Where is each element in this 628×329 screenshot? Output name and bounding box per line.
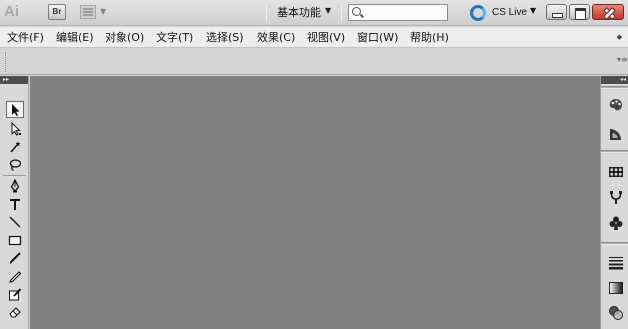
transparency-panel-icon[interactable] (607, 304, 625, 322)
blob-brush-tool-icon[interactable] (6, 285, 24, 302)
search-input[interactable] (365, 6, 445, 19)
panel-menu-icon[interactable]: ▾≡ (617, 55, 628, 64)
panel-dock: ◂◂ (600, 76, 628, 329)
menu-overflow-icon[interactable]: ◆ (617, 33, 622, 41)
caret-down-icon[interactable]: ▼ (100, 7, 106, 16)
expand-dock-icon[interactable]: ◂◂ (601, 76, 628, 84)
menu-effect[interactable]: 效果(C) (257, 30, 295, 45)
canvas-area[interactable] (30, 76, 600, 329)
divider (601, 150, 628, 153)
color-panel-icon[interactable] (607, 96, 625, 114)
divider (601, 86, 628, 89)
color-guide-panel-icon[interactable] (607, 125, 625, 143)
close-icon[interactable] (592, 4, 624, 20)
menu-file[interactable]: 文件(F) (7, 30, 44, 45)
restore-icon[interactable] (569, 4, 590, 20)
selection-tool-icon[interactable] (6, 101, 24, 118)
cslive-menu[interactable]: CS Live (492, 5, 527, 21)
menu-view[interactable]: 视图(V) (307, 30, 345, 45)
help-search-field[interactable] (348, 4, 448, 21)
control-panel: ▾≡ (0, 49, 628, 75)
divider (601, 242, 628, 245)
workspace-switcher[interactable]: 基本功能 (277, 5, 321, 21)
arrange-documents-icon[interactable] (80, 5, 96, 19)
application-bar: Ai Br ▼ 基本功能 ▼ CS Live ▼ (0, 0, 628, 26)
brushes-panel-icon[interactable] (607, 188, 625, 206)
menu-object[interactable]: 对象(O) (105, 30, 144, 45)
minimize-icon[interactable] (546, 4, 567, 20)
stroke-panel-icon[interactable] (607, 253, 625, 271)
drag-grip-icon[interactable] (5, 52, 7, 72)
tools-panel: ▸▸ (0, 76, 29, 329)
pen-tool-icon[interactable] (6, 177, 24, 194)
cslive-icon[interactable] (470, 5, 486, 21)
swatches-panel-icon[interactable] (607, 163, 625, 181)
gradient-panel-icon[interactable] (607, 279, 625, 297)
caret-down-icon[interactable]: ▼ (530, 6, 536, 15)
symbols-panel-icon[interactable] (607, 214, 625, 232)
type-tool-icon[interactable] (6, 195, 24, 212)
magic-wand-tool-icon[interactable] (6, 138, 24, 155)
eraser-tool-icon[interactable] (6, 303, 24, 320)
direct-selection-tool-icon[interactable] (6, 120, 24, 137)
menu-bar: 文件(F) 编辑(E) 对象(O) 文字(T) 选择(S) 效果(C) 视图(V… (0, 27, 628, 48)
rectangle-tool-icon[interactable] (6, 231, 24, 248)
paintbrush-tool-icon[interactable] (6, 249, 24, 266)
line-segment-tool-icon[interactable] (6, 213, 24, 230)
menu-type[interactable]: 文字(T) (156, 30, 193, 45)
menu-window[interactable]: 窗口(W) (357, 30, 398, 45)
pencil-tool-icon[interactable] (6, 267, 24, 284)
menu-help[interactable]: 帮助(H) (410, 30, 449, 45)
lasso-tool-icon[interactable] (6, 156, 24, 173)
divider (341, 4, 342, 22)
caret-down-icon[interactable]: ▼ (325, 6, 331, 15)
search-icon (352, 7, 361, 16)
bridge-button[interactable]: Br (48, 4, 66, 20)
divider (3, 175, 26, 176)
divider (266, 4, 267, 22)
app-logo: Ai (4, 3, 19, 20)
collapse-toolbox-icon[interactable]: ▸▸ (0, 76, 28, 84)
menu-edit[interactable]: 编辑(E) (56, 30, 94, 45)
menu-select[interactable]: 选择(S) (206, 30, 244, 45)
